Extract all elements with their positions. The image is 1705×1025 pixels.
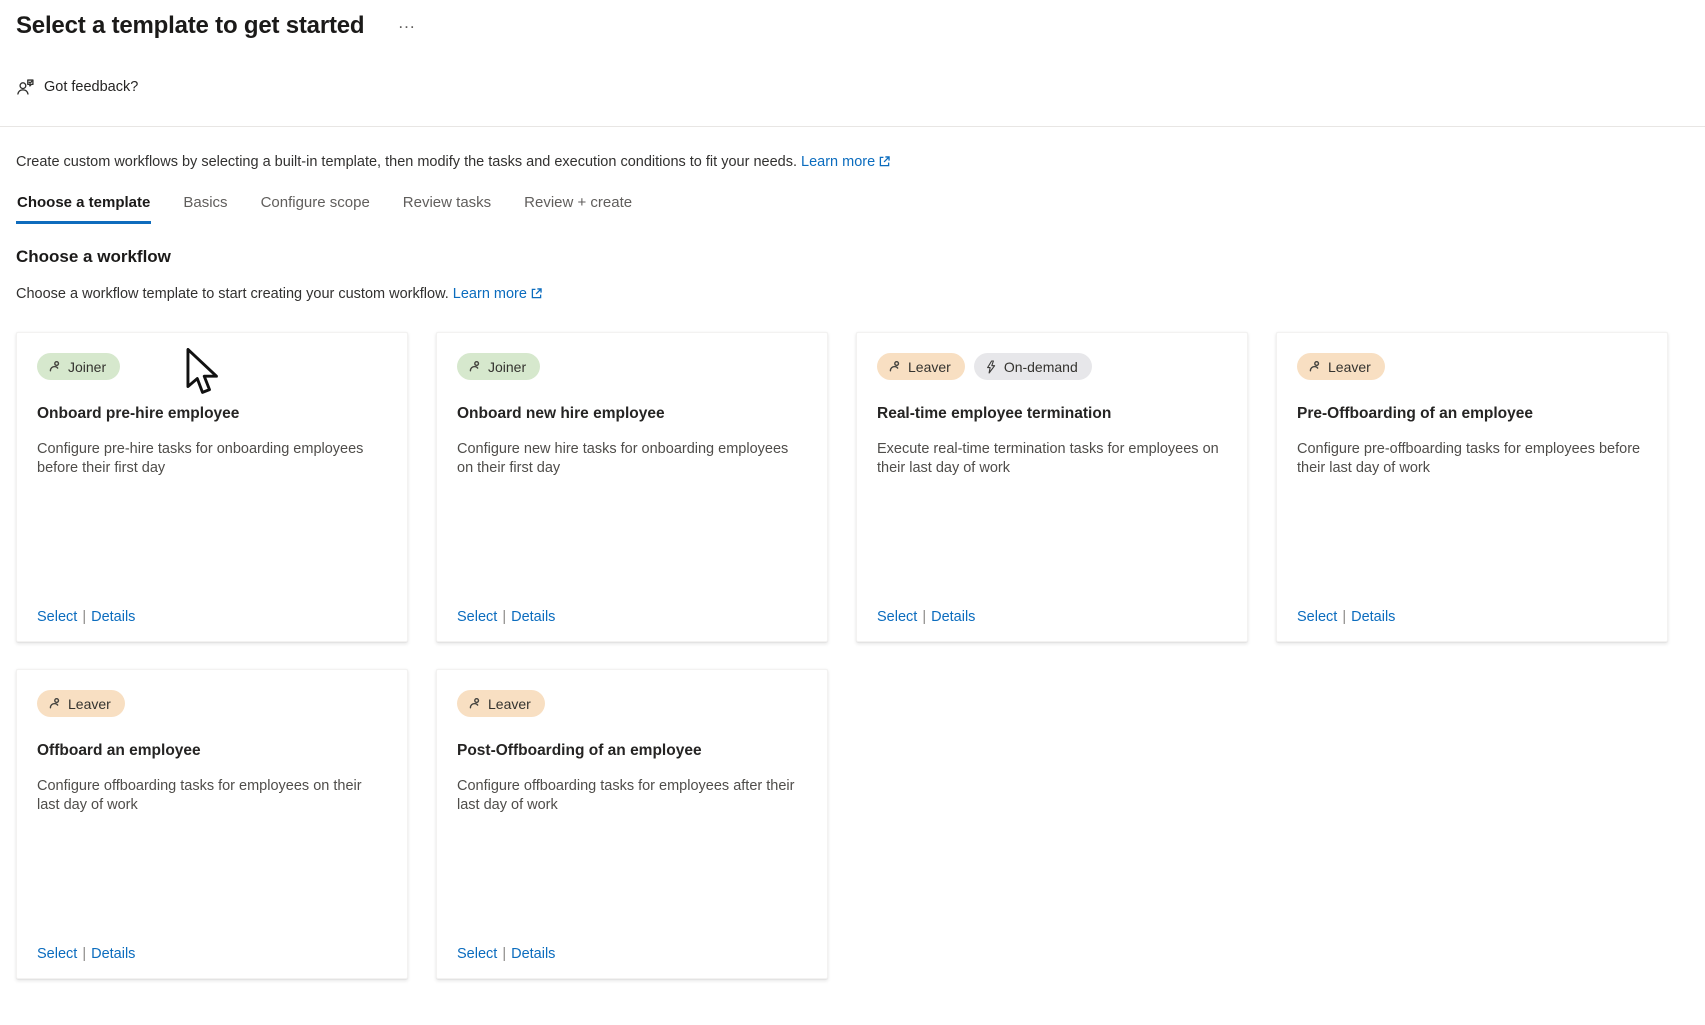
command-bar: Got feedback?: [16, 74, 1705, 100]
card-actions: Select | Details: [877, 609, 975, 625]
lightning-icon: [985, 360, 997, 374]
link-separator: |: [922, 609, 926, 625]
card-actions: Select | Details: [37, 946, 135, 962]
select-link[interactable]: Select: [877, 609, 917, 625]
template-card[interactable]: Leaver Pre-Offboarding of an employee Conf…: [1276, 332, 1668, 642]
section-subtitle: Choose a workflow template to start crea…: [16, 286, 1705, 302]
template-card[interactable]: Joiner Onboard pre-hire employee Configure…: [16, 332, 408, 642]
subtitle-text: Choose a workflow template to start crea…: [16, 286, 449, 302]
template-card[interactable]: Joiner Onboard new hire employee Configure…: [436, 332, 828, 642]
intro-description: Create custom workflows by selecting a b…: [16, 154, 797, 170]
card-actions: Select | Details: [1297, 609, 1395, 625]
card-description: Execute real-time termination tasks for …: [877, 440, 1225, 478]
section-divider: [0, 126, 1705, 127]
badge-label: On-demand: [1004, 359, 1078, 375]
details-link[interactable]: Details: [511, 609, 555, 625]
select-link[interactable]: Select: [37, 609, 77, 625]
card-description: Configure offboarding tasks for employee…: [457, 777, 805, 815]
page-header: Select a template to get started ...: [0, 0, 1705, 40]
badge-joiner: Joiner: [37, 353, 120, 380]
badge-leaver: Leaver: [1297, 353, 1385, 380]
badge-label: Leaver: [488, 696, 531, 712]
badge-on-demand: On-demand: [974, 353, 1092, 380]
link-separator: |: [502, 946, 506, 962]
person-icon: [468, 697, 481, 710]
card-title: Onboard new hire employee: [457, 405, 807, 423]
feedback-button[interactable]: Got feedback?: [16, 78, 138, 97]
card-description: Configure pre-offboarding tasks for empl…: [1297, 440, 1645, 478]
badge-row: Leaver: [457, 690, 807, 717]
link-separator: |: [502, 609, 506, 625]
details-link[interactable]: Details: [91, 609, 135, 625]
card-title: Offboard an employee: [37, 742, 387, 760]
badge-label: Leaver: [1328, 359, 1371, 375]
page-title: Select a template to get started: [16, 12, 364, 40]
badge-joiner: Joiner: [457, 353, 540, 380]
card-description: Configure new hire tasks for onboarding …: [457, 440, 805, 478]
select-link[interactable]: Select: [1297, 609, 1337, 625]
tab-review-tasks[interactable]: Review tasks: [402, 194, 492, 224]
link-separator: |: [82, 946, 86, 962]
select-link[interactable]: Select: [37, 946, 77, 962]
template-card[interactable]: Leaver Post-Offboarding of an employee Con…: [436, 669, 828, 979]
tab-basics[interactable]: Basics: [182, 194, 228, 224]
card-description: Configure pre-hire tasks for onboarding …: [37, 440, 385, 478]
badge-leaver: Leaver: [877, 353, 965, 380]
select-link[interactable]: Select: [457, 946, 497, 962]
card-actions: Select | Details: [37, 609, 135, 625]
details-link[interactable]: Details: [511, 946, 555, 962]
feedback-label: Got feedback?: [44, 79, 138, 95]
details-link[interactable]: Details: [91, 946, 135, 962]
card-title: Post-Offboarding of an employee: [457, 742, 807, 760]
badge-leaver: Leaver: [37, 690, 125, 717]
badge-row: Joiner: [457, 353, 807, 380]
person-icon: [888, 360, 901, 373]
badge-row: Leaver: [1297, 353, 1647, 380]
card-actions: Select | Details: [457, 609, 555, 625]
template-card-grid: Joiner Onboard pre-hire employee Configure…: [16, 332, 1705, 979]
person-icon: [1308, 360, 1321, 373]
person-icon: [468, 360, 481, 373]
tab-review-create[interactable]: Review + create: [523, 194, 633, 224]
template-card[interactable]: Leaver Offboard an employee Configure offb…: [16, 669, 408, 979]
badge-row: Leaver: [37, 690, 387, 717]
badge-row: Leaver On-demand: [877, 353, 1227, 380]
details-link[interactable]: Details: [931, 609, 975, 625]
card-title: Onboard pre-hire employee: [37, 405, 387, 423]
badge-leaver: Leaver: [457, 690, 545, 717]
card-actions: Select | Details: [457, 946, 555, 962]
tab-choose-a-template[interactable]: Choose a template: [16, 194, 151, 224]
tab-configure-scope[interactable]: Configure scope: [260, 194, 371, 224]
card-title: Pre-Offboarding of an employee: [1297, 405, 1647, 423]
tab-list: Choose a template Basics Configure scope Re…: [16, 194, 1705, 224]
feedback-icon: [16, 78, 35, 97]
learn-more-link[interactable]: Learn more: [801, 154, 891, 170]
more-options-button[interactable]: ...: [398, 14, 415, 31]
person-icon: [48, 360, 61, 373]
badge-label: Joiner: [68, 359, 106, 375]
link-separator: |: [1342, 609, 1346, 625]
card-title: Real-time employee termination: [877, 405, 1227, 423]
external-link-icon: [530, 287, 543, 300]
badge-label: Leaver: [68, 696, 111, 712]
section-heading: Choose a workflow: [16, 247, 1705, 267]
link-separator: |: [82, 609, 86, 625]
external-link-icon: [878, 155, 891, 168]
person-icon: [48, 697, 61, 710]
details-link[interactable]: Details: [1351, 609, 1395, 625]
intro-text: Create custom workflows by selecting a b…: [16, 154, 1705, 170]
badge-label: Joiner: [488, 359, 526, 375]
select-link[interactable]: Select: [457, 609, 497, 625]
badge-row: Joiner: [37, 353, 387, 380]
badge-label: Leaver: [908, 359, 951, 375]
template-card[interactable]: Leaver On-demand Real-time employee termin…: [856, 332, 1248, 642]
card-description: Configure offboarding tasks for employee…: [37, 777, 385, 815]
workflow-learn-more-link[interactable]: Learn more: [453, 286, 543, 302]
